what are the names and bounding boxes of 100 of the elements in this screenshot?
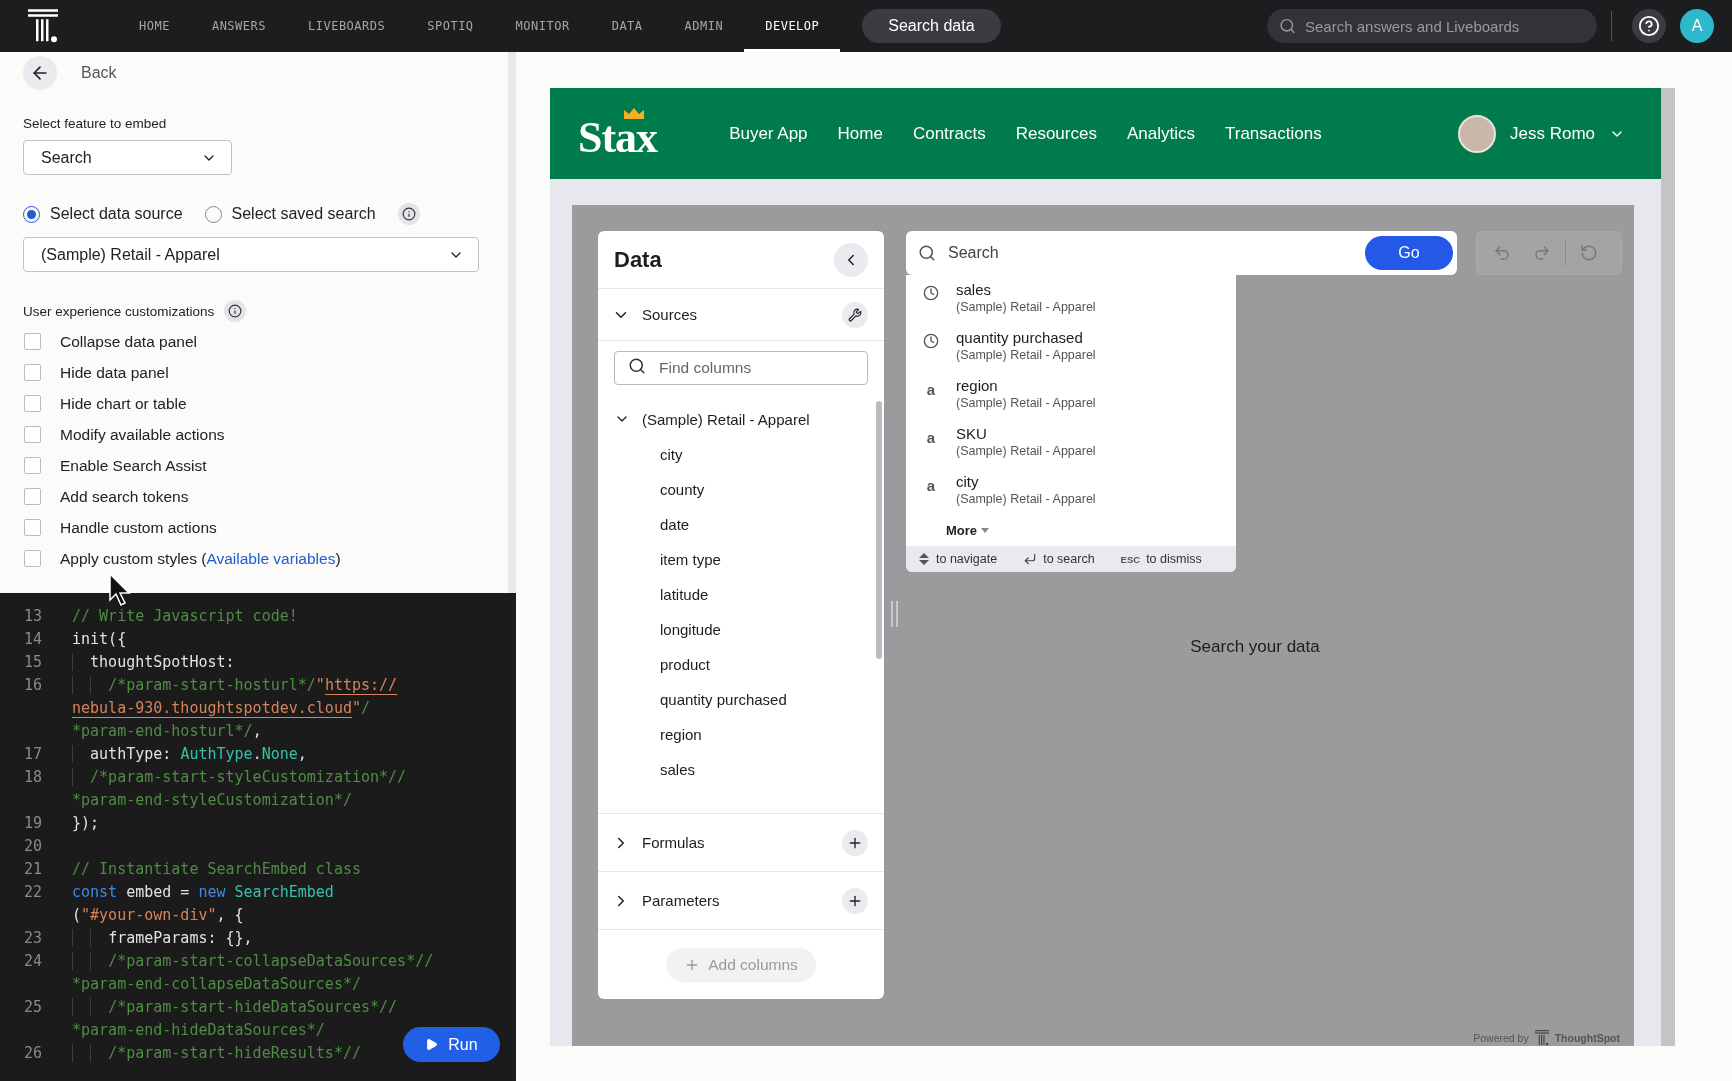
line-number: 15 bbox=[23, 652, 44, 671]
nav-link[interactable]: Transactions bbox=[1225, 123, 1322, 144]
section-title: Parameters bbox=[642, 892, 721, 909]
section-title: Sources bbox=[642, 306, 699, 323]
nav-tab[interactable]: MONITOR bbox=[494, 0, 591, 52]
checkbox[interactable] bbox=[24, 426, 41, 443]
user-name[interactable]: Jess Romo bbox=[1509, 123, 1595, 144]
enter-key-icon bbox=[1023, 552, 1038, 566]
option-label: Add search tokens bbox=[60, 487, 189, 506]
code-line: /*param-start-hideResults*// bbox=[72, 1043, 361, 1062]
checkbox[interactable] bbox=[24, 333, 41, 350]
suggestion-item[interactable]: sales (Sample) Retail - Apparel bbox=[956, 281, 1096, 314]
avatar-placeholder[interactable] bbox=[1457, 114, 1496, 153]
add-button[interactable] bbox=[842, 887, 868, 914]
column-item[interactable]: date bbox=[660, 516, 690, 533]
option-label: Apply custom styles (Available variables) bbox=[60, 549, 341, 568]
code-line: /*param-start-styleCustomization*// bbox=[72, 767, 407, 786]
go-button[interactable]: Go bbox=[1365, 236, 1453, 270]
nav-tab[interactable]: DATA bbox=[590, 0, 664, 52]
column-item[interactable]: city bbox=[660, 446, 683, 463]
column-item[interactable]: quantity purchased bbox=[660, 691, 787, 708]
column-item[interactable]: county bbox=[660, 481, 705, 498]
code-line: *param-end-hosturl*/, bbox=[72, 721, 262, 740]
code-line: /*param-start-hideDataSources*// bbox=[72, 997, 398, 1016]
hint-text: to navigate bbox=[936, 552, 998, 566]
wrench-icon bbox=[848, 307, 862, 322]
link[interactable]: Available variables bbox=[206, 549, 336, 567]
scrollbar-thumb[interactable] bbox=[876, 401, 882, 659]
brand-logo[interactable]: Stax bbox=[578, 107, 658, 160]
column-item[interactable]: product bbox=[660, 656, 711, 673]
suggestion-item[interactable]: city (Sample) Retail - Apparel bbox=[956, 473, 1096, 506]
run-button[interactable]: Run bbox=[403, 1027, 500, 1062]
radio-option[interactable]: Select saved search bbox=[204, 205, 376, 223]
nav-link[interactable]: Analytics bbox=[1126, 123, 1195, 144]
tree-item[interactable]: (Sample) Retail - Apparel bbox=[642, 410, 810, 428]
column-item[interactable]: item type bbox=[660, 551, 721, 568]
code-line: init({ bbox=[72, 629, 127, 648]
checkbox[interactable] bbox=[24, 488, 41, 505]
checkbox[interactable] bbox=[24, 550, 41, 567]
info-icon[interactable] bbox=[224, 300, 247, 322]
section-label: User experience customizations bbox=[23, 303, 215, 319]
line-number: 21 bbox=[23, 859, 44, 878]
wrench-button[interactable] bbox=[842, 301, 868, 328]
search-data-button[interactable]: Search data bbox=[862, 9, 1001, 43]
suggestion-item[interactable]: SKU (Sample) Retail - Apparel bbox=[956, 425, 1096, 458]
checkbox[interactable] bbox=[24, 364, 41, 381]
line-number: 23 bbox=[23, 928, 44, 947]
line-number: 18 bbox=[23, 767, 44, 786]
nav-tab[interactable]: LIVEBOARDS bbox=[287, 0, 407, 52]
brand-name: ThoughtSpot bbox=[1554, 1031, 1620, 1044]
add-button[interactable] bbox=[842, 829, 868, 856]
info-icon[interactable] bbox=[397, 203, 420, 225]
crown-icon bbox=[623, 107, 645, 120]
section-title: Formulas bbox=[642, 834, 706, 851]
thoughtspot-logo-icon bbox=[1534, 1029, 1549, 1046]
suggestion-item[interactable]: region (Sample) Retail - Apparel bbox=[956, 377, 1096, 410]
option-label: Hide data panel bbox=[60, 363, 169, 382]
column-item[interactable]: region bbox=[660, 726, 702, 743]
nav-tab[interactable]: SPOTIQ bbox=[406, 0, 495, 52]
drag-handle-icon[interactable] bbox=[891, 601, 899, 627]
nav-tab[interactable]: ANSWERS bbox=[190, 0, 287, 52]
app-logo-icon[interactable] bbox=[28, 8, 58, 44]
code-line: // Instantiate SearchEmbed class bbox=[72, 859, 361, 878]
code-line: *param-end-hideDataSources*/ bbox=[72, 1020, 325, 1039]
hint-text: to search bbox=[1043, 552, 1095, 566]
nav-link[interactable]: Buyer App bbox=[729, 123, 808, 144]
nav-tab[interactable]: ADMIN bbox=[663, 0, 745, 52]
checkbox[interactable] bbox=[24, 457, 41, 474]
code-line: *param-end-styleCustomization*/ bbox=[72, 790, 352, 809]
line-number: 26 bbox=[23, 1043, 44, 1062]
line-number: 17 bbox=[23, 744, 44, 763]
checkbox[interactable] bbox=[24, 395, 41, 412]
help-button[interactable] bbox=[1632, 9, 1666, 43]
search-icon bbox=[1279, 17, 1296, 35]
line-number: 13 bbox=[23, 606, 44, 625]
data-source-dropdown[interactable]: (Sample) Retail - Apparel bbox=[23, 237, 479, 272]
clock-icon bbox=[923, 333, 939, 349]
suggestion-item[interactable]: quantity purchased (Sample) Retail - Apparel bbox=[956, 329, 1096, 362]
option-label: Enable Search Assist bbox=[60, 456, 207, 475]
column-item[interactable]: latitude bbox=[660, 586, 709, 603]
checkbox[interactable] bbox=[24, 519, 41, 536]
info-glyph-icon bbox=[401, 207, 416, 221]
nav-link[interactable]: Resources bbox=[1015, 123, 1097, 144]
column-item[interactable]: sales bbox=[660, 761, 696, 778]
code-line: *param-end-collapseDataSources*/ bbox=[72, 974, 361, 993]
find-columns-field[interactable]: Find columns bbox=[614, 351, 868, 385]
caret-down-icon bbox=[981, 528, 990, 533]
line-number: 19 bbox=[23, 813, 44, 832]
nav-link[interactable]: Home bbox=[837, 123, 883, 144]
hint-text: to dismiss bbox=[1146, 552, 1202, 566]
search-icon bbox=[628, 357, 646, 375]
nav-link[interactable]: Contracts bbox=[912, 123, 986, 144]
column-item[interactable]: longitude bbox=[660, 621, 721, 638]
line-number: 14 bbox=[23, 629, 44, 648]
radio-option[interactable]: Select data source bbox=[23, 205, 183, 223]
search-field[interactable]: Search answers and Liveboards bbox=[1267, 9, 1597, 43]
more-button[interactable]: More bbox=[946, 523, 990, 538]
nav-tab[interactable]: HOME bbox=[118, 0, 191, 52]
back-button[interactable] bbox=[23, 56, 57, 90]
feature-dropdown[interactable]: Search bbox=[23, 140, 232, 175]
